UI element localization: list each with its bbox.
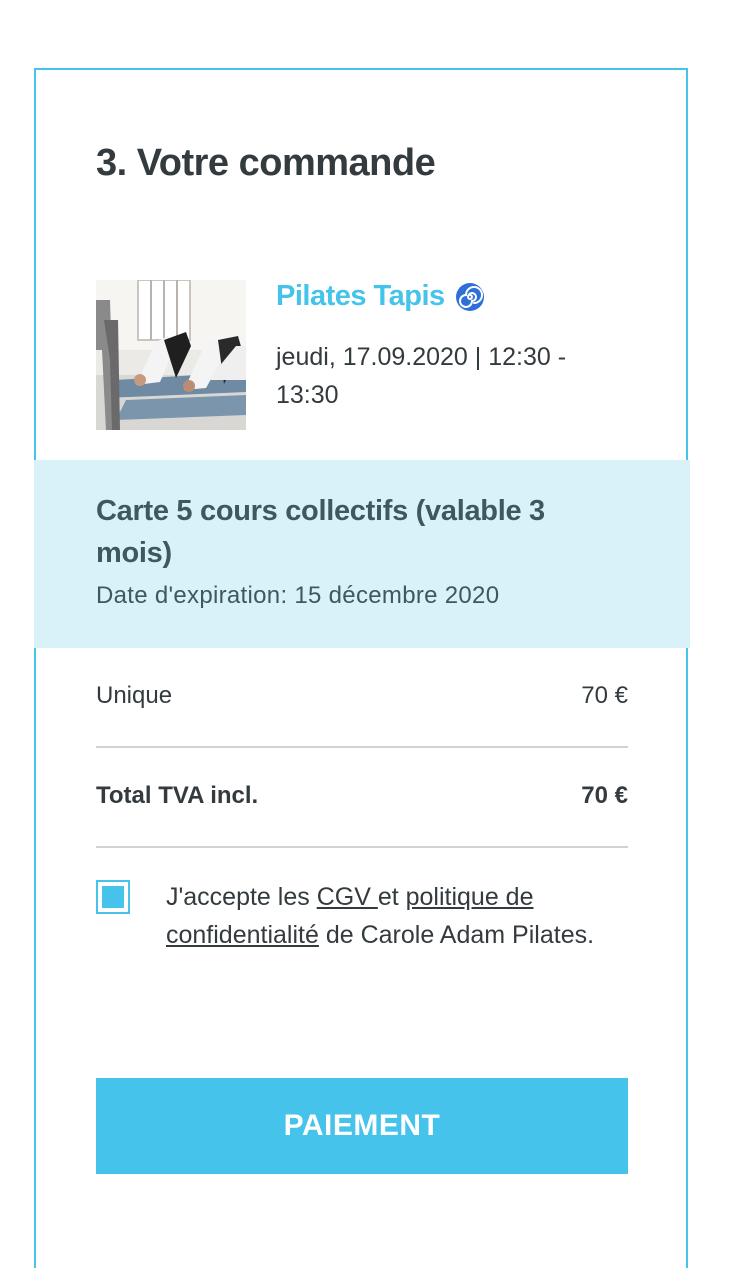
checkbox-checked-mark [102,886,124,908]
line-total: Total TVA incl. 70 € [96,782,628,810]
cgv-link[interactable]: CGV [317,883,378,911]
course-name: Pilates Tapis [276,280,485,313]
plan-name: Carte 5 cours collectifs (valable 3 mois… [96,495,545,569]
course-image [96,280,246,430]
total-price: 70 € [581,782,628,809]
course-date: jeudi, 17.09.2020 | 12:30 - 13:30 [276,343,567,409]
terms-checkbox[interactable] [96,880,130,914]
unique-label: Unique [96,682,173,709]
plan-box: Carte 5 cours collectifs (valable 3 mois… [34,460,690,648]
order-card: 3. Votre commande Pilates Tapis jeudi, 1… [34,68,690,1268]
unique-price: 70 € [581,682,628,709]
course-name-label: Pilates Tapis [276,280,445,312]
total-label: Total TVA incl. [96,782,259,809]
consent-suffix: de Carole Adam Pilates. [318,921,595,949]
spiral-icon [455,282,485,312]
divider [96,846,628,848]
yoga-class-photo [96,280,246,430]
page-title: 3. Votre commande [96,142,436,184]
divider [96,746,628,748]
line-unique: Unique 70 € [96,682,628,710]
consent-prefix: J'accepte les [166,883,317,911]
consent-middle: et [377,883,406,911]
payment-button[interactable]: PAIEMENT [96,1078,628,1174]
plan-expiry: Date d'expiration: 15 décembre 2020 [96,582,500,609]
terms-consent-text: J'accepte les CGV et politique de confid… [166,878,606,954]
